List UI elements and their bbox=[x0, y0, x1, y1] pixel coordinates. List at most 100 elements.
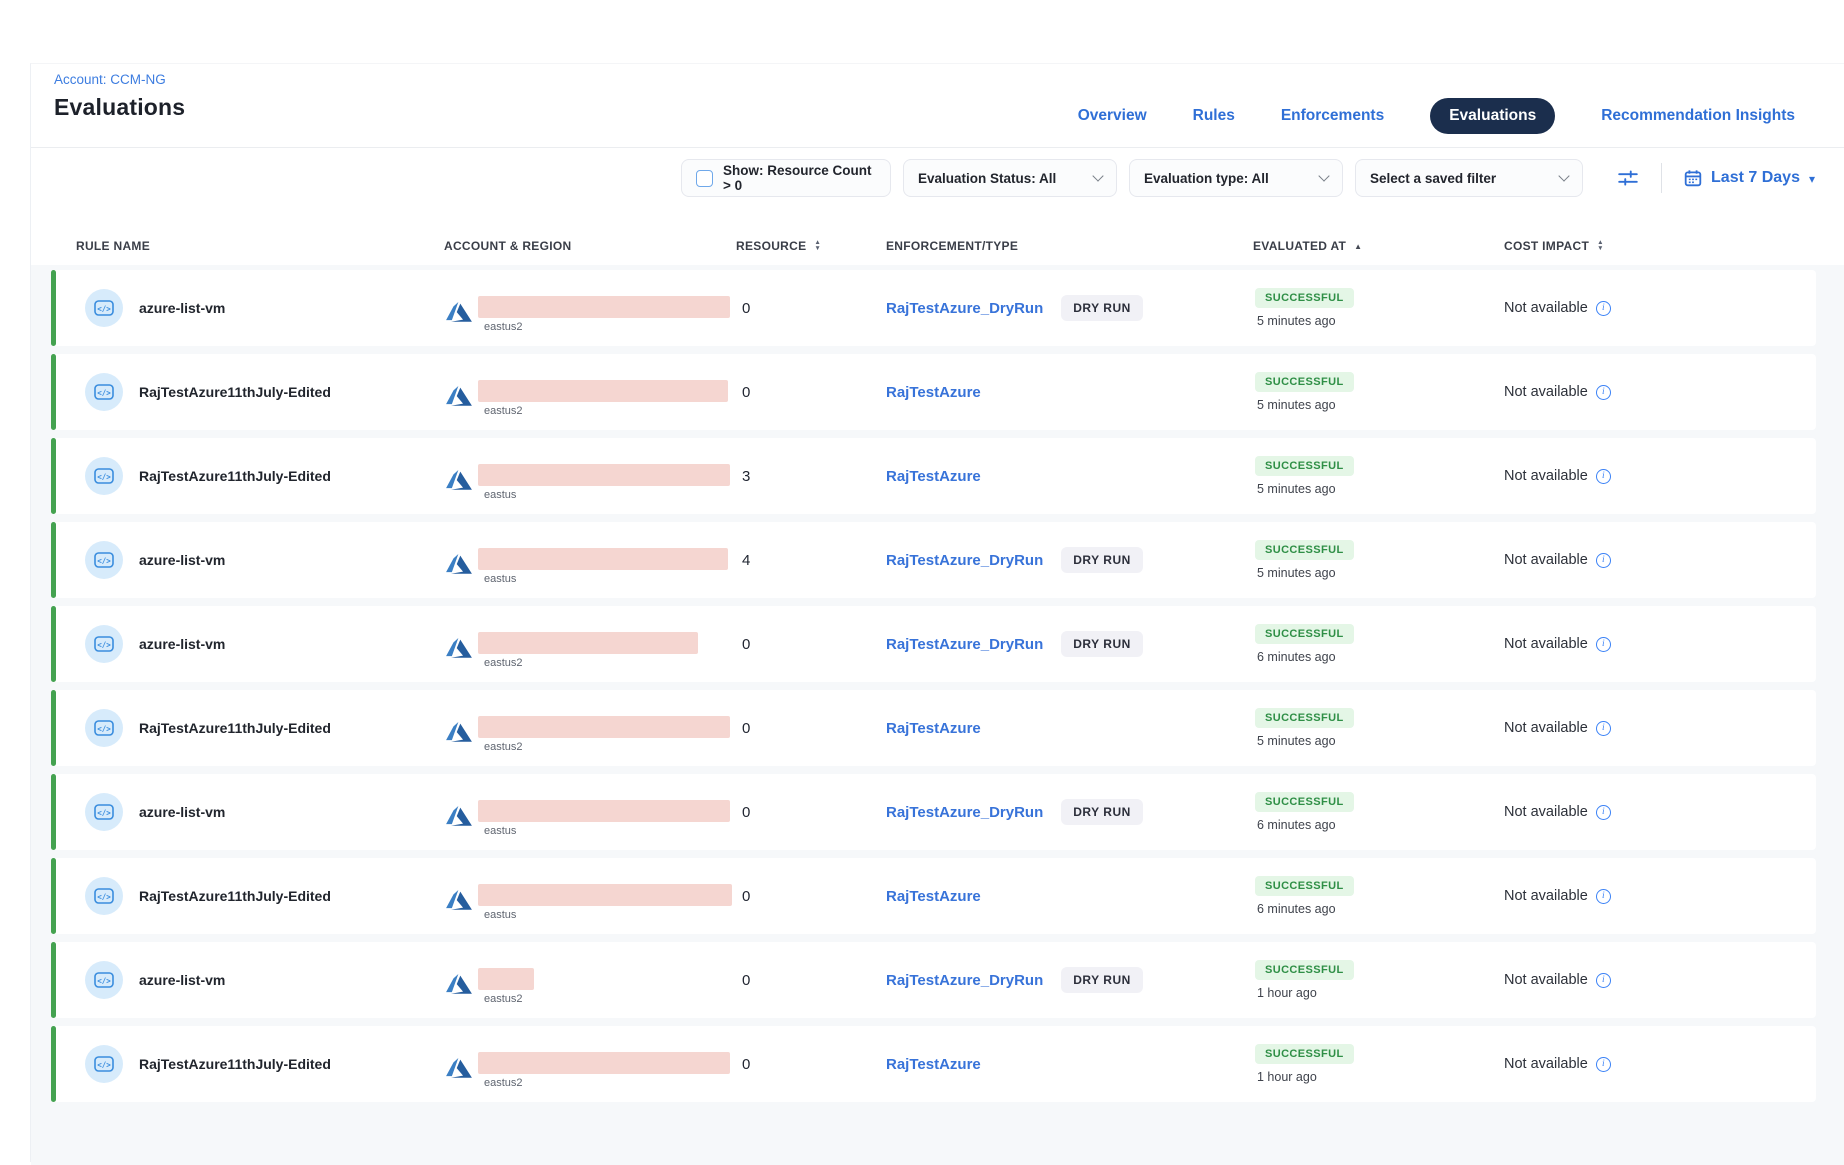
table-row[interactable]: </> azure-list-vm eastus 4 RajTestAzure_… bbox=[51, 522, 1816, 598]
enforcement-link[interactable]: RajTestAzure_DryRun bbox=[886, 300, 1043, 317]
enforcement-link[interactable]: RajTestAzure bbox=[886, 888, 981, 905]
rule-code-icon: </> bbox=[85, 625, 123, 663]
enforcement-link[interactable]: RajTestAzure_DryRun bbox=[886, 804, 1043, 821]
dry-run-badge: DRY RUN bbox=[1061, 967, 1143, 993]
saved-filter-dropdown[interactable]: Select a saved filter bbox=[1355, 159, 1583, 197]
rule-name: azure-list-vm bbox=[139, 552, 225, 568]
table-row[interactable]: </> azure-list-vm eastus2 0 RajTestAzure… bbox=[51, 270, 1816, 346]
table-row[interactable]: </> RajTestAzure11thJuly-Edited eastus 0… bbox=[51, 858, 1816, 934]
evaluated-at-cell: SUCCESSFUL 6 minutes ago bbox=[1253, 876, 1504, 916]
rule-name: azure-list-vm bbox=[139, 636, 225, 652]
evaluated-time: 5 minutes ago bbox=[1255, 314, 1336, 328]
cost-impact-cell: Not available i bbox=[1504, 888, 1816, 904]
table-row[interactable]: </> RajTestAzure11thJuly-Edited eastus2 … bbox=[51, 1026, 1816, 1102]
cost-impact-cell: Not available i bbox=[1504, 1056, 1816, 1072]
enforcement-link[interactable]: RajTestAzure bbox=[886, 1056, 981, 1073]
evaluation-type-dropdown[interactable]: Evaluation type: All bbox=[1129, 159, 1343, 197]
info-icon[interactable]: i bbox=[1596, 469, 1611, 484]
rule-name: RajTestAzure11thJuly-Edited bbox=[139, 720, 331, 736]
table-row[interactable]: </> azure-list-vm eastus2 0 RajTestAzure… bbox=[51, 606, 1816, 682]
resource-count-checkbox[interactable] bbox=[696, 170, 713, 187]
resource-count: 0 bbox=[736, 1056, 886, 1073]
redacted-account-bar bbox=[478, 800, 730, 822]
table-row[interactable]: </> azure-list-vm eastus2 0 RajTestAzure… bbox=[51, 942, 1816, 1018]
info-icon[interactable]: i bbox=[1596, 1057, 1611, 1072]
account-region-cell: eastus2 bbox=[444, 968, 736, 1005]
evaluated-time: 1 hour ago bbox=[1255, 986, 1317, 1000]
account-block: eastus bbox=[478, 884, 732, 921]
account-block: eastus bbox=[478, 800, 730, 837]
date-range-picker[interactable]: Last 7 Days ▾ bbox=[1684, 169, 1815, 187]
caret-down-icon: ▾ bbox=[1809, 172, 1815, 186]
page-title: Evaluations bbox=[54, 94, 185, 121]
evaluated-time: 1 hour ago bbox=[1255, 1070, 1317, 1084]
dry-run-badge: DRY RUN bbox=[1061, 547, 1143, 573]
status-badge: SUCCESSFUL bbox=[1255, 876, 1354, 896]
rule-code-icon: </> bbox=[85, 289, 123, 327]
sort-icon[interactable]: ▲▼ bbox=[814, 240, 821, 252]
resource-count-filter[interactable]: Show: Resource Count > 0 bbox=[681, 159, 891, 197]
tab-overview[interactable]: Overview bbox=[1078, 107, 1147, 125]
enforcement-link[interactable]: RajTestAzure_DryRun bbox=[886, 972, 1043, 989]
filter-bar: Show: Resource Count > 0 Evaluation Stat… bbox=[31, 148, 1844, 211]
rule-cell: </> azure-list-vm bbox=[51, 961, 444, 999]
account-breadcrumb[interactable]: Account: CCM-NG bbox=[54, 72, 185, 87]
rule-cell: </> RajTestAzure11thJuly-Edited bbox=[51, 877, 444, 915]
sort-ascending-icon[interactable]: ▲ bbox=[1354, 242, 1362, 251]
evaluated-time: 5 minutes ago bbox=[1255, 482, 1336, 496]
tab-evaluations[interactable]: Evaluations bbox=[1430, 98, 1555, 134]
enforcement-link[interactable]: RajTestAzure_DryRun bbox=[886, 552, 1043, 569]
row-accent-bar bbox=[51, 522, 56, 598]
dry-run-badge: DRY RUN bbox=[1061, 799, 1143, 825]
title-block: Account: CCM-NG Evaluations bbox=[54, 72, 185, 121]
table-row[interactable]: </> RajTestAzure11thJuly-Edited eastus2 … bbox=[51, 690, 1816, 766]
info-icon[interactable]: i bbox=[1596, 637, 1611, 652]
info-icon[interactable]: i bbox=[1596, 973, 1611, 988]
tab-rules[interactable]: Rules bbox=[1193, 107, 1235, 125]
azure-icon bbox=[446, 386, 472, 412]
enforcement-cell: RajTestAzure_DryRun DRY RUN bbox=[886, 295, 1253, 321]
evaluated-time: 5 minutes ago bbox=[1255, 566, 1336, 580]
resource-count-label: Show: Resource Count > 0 bbox=[723, 163, 876, 193]
enforcement-cell: RajTestAzure_DryRun DRY RUN bbox=[886, 631, 1253, 657]
account-region-cell: eastus2 bbox=[444, 632, 736, 669]
table-row[interactable]: </> RajTestAzure11thJuly-Edited eastus2 … bbox=[51, 354, 1816, 430]
info-icon[interactable]: i bbox=[1596, 889, 1611, 904]
table-row[interactable]: </> RajTestAzure11thJuly-Edited eastus 3… bbox=[51, 438, 1816, 514]
info-icon[interactable]: i bbox=[1596, 553, 1611, 568]
cost-impact-cell: Not available i bbox=[1504, 300, 1816, 316]
rule-code-icon: </> bbox=[85, 877, 123, 915]
account-block: eastus2 bbox=[478, 296, 730, 333]
account-block: eastus2 bbox=[478, 968, 534, 1005]
enforcement-link[interactable]: RajTestAzure bbox=[886, 468, 981, 485]
info-icon[interactable]: i bbox=[1596, 385, 1611, 400]
col-rule-name: RULE NAME bbox=[51, 239, 444, 253]
rule-name: azure-list-vm bbox=[139, 804, 225, 820]
enforcement-link[interactable]: RajTestAzure_DryRun bbox=[886, 636, 1043, 653]
cost-impact-value: Not available bbox=[1504, 888, 1588, 904]
account-block: eastus2 bbox=[478, 380, 728, 417]
table-row[interactable]: </> azure-list-vm eastus 0 RajTestAzure_… bbox=[51, 774, 1816, 850]
sliders-icon[interactable] bbox=[1617, 168, 1639, 188]
redacted-account-bar bbox=[478, 632, 698, 654]
enforcement-cell: RajTestAzure_DryRun DRY RUN bbox=[886, 799, 1253, 825]
info-icon[interactable]: i bbox=[1596, 301, 1611, 316]
cost-impact-value: Not available bbox=[1504, 804, 1588, 820]
cost-impact-cell: Not available i bbox=[1504, 468, 1816, 484]
evaluated-at-cell: SUCCESSFUL 6 minutes ago bbox=[1253, 792, 1504, 832]
cost-impact-cell: Not available i bbox=[1504, 384, 1816, 400]
cost-impact-value: Not available bbox=[1504, 468, 1588, 484]
evaluation-type-value: Evaluation type: All bbox=[1144, 171, 1269, 186]
tab-recommendation-insights[interactable]: Recommendation Insights bbox=[1601, 107, 1795, 125]
evaluation-status-dropdown[interactable]: Evaluation Status: All bbox=[903, 159, 1117, 197]
info-icon[interactable]: i bbox=[1596, 805, 1611, 820]
sort-icon[interactable]: ▲▼ bbox=[1597, 240, 1604, 252]
svg-text:</>: </> bbox=[97, 1061, 111, 1070]
info-icon[interactable]: i bbox=[1596, 721, 1611, 736]
enforcement-link[interactable]: RajTestAzure bbox=[886, 384, 981, 401]
rule-cell: </> azure-list-vm bbox=[51, 289, 444, 327]
tab-enforcements[interactable]: Enforcements bbox=[1281, 107, 1384, 125]
resource-count: 3 bbox=[736, 468, 886, 485]
enforcement-link[interactable]: RajTestAzure bbox=[886, 720, 981, 737]
status-badge: SUCCESSFUL bbox=[1255, 792, 1354, 812]
